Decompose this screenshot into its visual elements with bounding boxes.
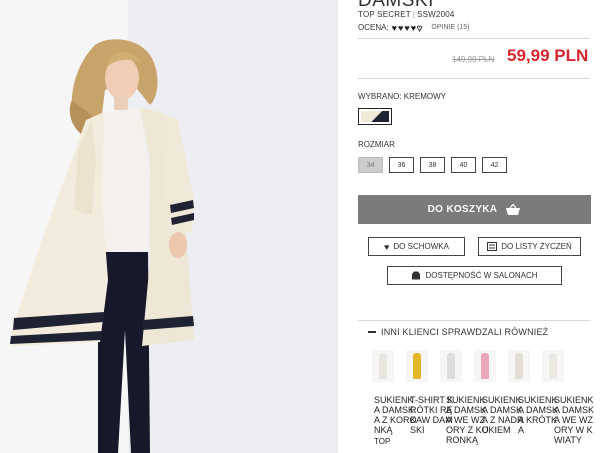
size-option[interactable]: 38 <box>420 157 445 173</box>
product-rating: OCENA: ♥ ♥ ♥ ♥ ♥ OPINIE (15) <box>358 22 470 33</box>
product-thumbnail[interactable] <box>508 350 530 382</box>
thumbnail-image <box>413 353 421 379</box>
product-brand: TOP <box>374 437 391 446</box>
product-brand: TOP SECRET <box>358 10 411 19</box>
product-meta: TOP SECRET | SSW2004 <box>358 10 455 19</box>
product-name: SUKIENKA DAMSKA WE WZORY W KWIATY <box>554 395 595 445</box>
also-viewed-title: INNI KLIENCI SPRAWDZALI RÓWNIEŻ <box>381 327 549 337</box>
current-price: 59,99 PLN <box>507 46 589 65</box>
heart-icon: ♥ <box>384 241 390 252</box>
also-viewed-toggle[interactable]: INNI KLIENCI SPRAWDZALI RÓWNIEŻ <box>368 327 548 337</box>
also-viewed-names: SUKIENKA DAMSKA Z KORONKĄ TOP T-SHIRT KRÓT… <box>374 395 594 453</box>
product-thumbnail[interactable] <box>474 350 496 382</box>
meta-separator: | <box>412 10 416 19</box>
add-to-storage-button[interactable]: ♥ DO SCHOWKA <box>368 237 465 256</box>
thumbnail-image <box>447 353 455 379</box>
thumbnail-image <box>549 353 557 379</box>
selected-color-label: WYBRANO: KREMOWY <box>358 92 447 101</box>
add-to-storage-label: DO SCHOWKA <box>393 242 449 251</box>
old-price: 149,99 PLN <box>452 55 495 64</box>
rating-heart-icon: ♥ <box>417 22 423 33</box>
thumbnail-image <box>481 353 489 379</box>
size-option[interactable]: 40 <box>451 157 476 173</box>
product-info-panel: DAMSKI TOP SECRET | SSW2004 OCENA: ♥ ♥ ♥ ♥ ♥ O… <box>338 0 600 453</box>
reviews-link[interactable]: OPINIE (15) <box>431 24 469 31</box>
list-icon <box>487 242 498 251</box>
swatch-fill <box>361 111 389 122</box>
size-option[interactable]: 36 <box>389 157 414 173</box>
product-thumbnail[interactable] <box>542 350 564 382</box>
size-option[interactable]: 34 <box>358 157 383 173</box>
add-to-cart-label: DO KOSZYKA <box>427 204 498 215</box>
product-photo[interactable] <box>0 0 338 453</box>
divider <box>358 320 590 321</box>
size-option[interactable]: 42 <box>482 157 507 173</box>
rating-heart-icon: ♥ <box>391 22 398 33</box>
product-name-link[interactable]: SUKIENKA DAMSKA WE WZORY W KWIATY <box>554 395 598 445</box>
collapse-icon <box>368 331 376 333</box>
also-viewed-thumbnails <box>372 350 564 382</box>
product-thumbnail[interactable] <box>372 350 394 382</box>
rating-heart-icon: ♥ <box>404 22 410 33</box>
add-to-cart-button[interactable]: DO KOSZYKA <box>358 195 591 224</box>
thumbnail-image <box>515 353 523 379</box>
rating-hearts: ♥ ♥ ♥ ♥ ♥ <box>391 22 423 33</box>
basket-icon <box>506 203 521 215</box>
add-to-wishlist-label: DO LISTY ŻYCZEŃ <box>501 242 572 251</box>
store-availability-label: DOSTĘPNOŚĆ W SALONACH <box>425 271 538 280</box>
rating-label: OCENA: <box>358 23 389 32</box>
add-to-wishlist-button[interactable]: DO LISTY ŻYCZEŃ <box>478 237 581 256</box>
product-thumbnail[interactable] <box>440 350 462 382</box>
size-selector: 34 36 38 40 42 <box>358 157 507 173</box>
product-sku: SSW2004 <box>417 10 455 19</box>
store-availability-button[interactable]: DOSTĘPNOŚĆ W SALONACH <box>387 266 562 285</box>
size-label: ROZMIAR <box>358 140 395 149</box>
product-thumbnail[interactable] <box>406 350 428 382</box>
rating-heart-icon: ♥ <box>398 22 404 33</box>
thumbnail-image <box>379 353 387 379</box>
divider <box>358 78 590 79</box>
divider <box>358 38 590 39</box>
model-figure <box>10 39 194 453</box>
store-icon <box>412 271 421 280</box>
rating-heart-icon: ♥ <box>410 22 417 33</box>
color-swatch-cream[interactable] <box>358 108 392 125</box>
